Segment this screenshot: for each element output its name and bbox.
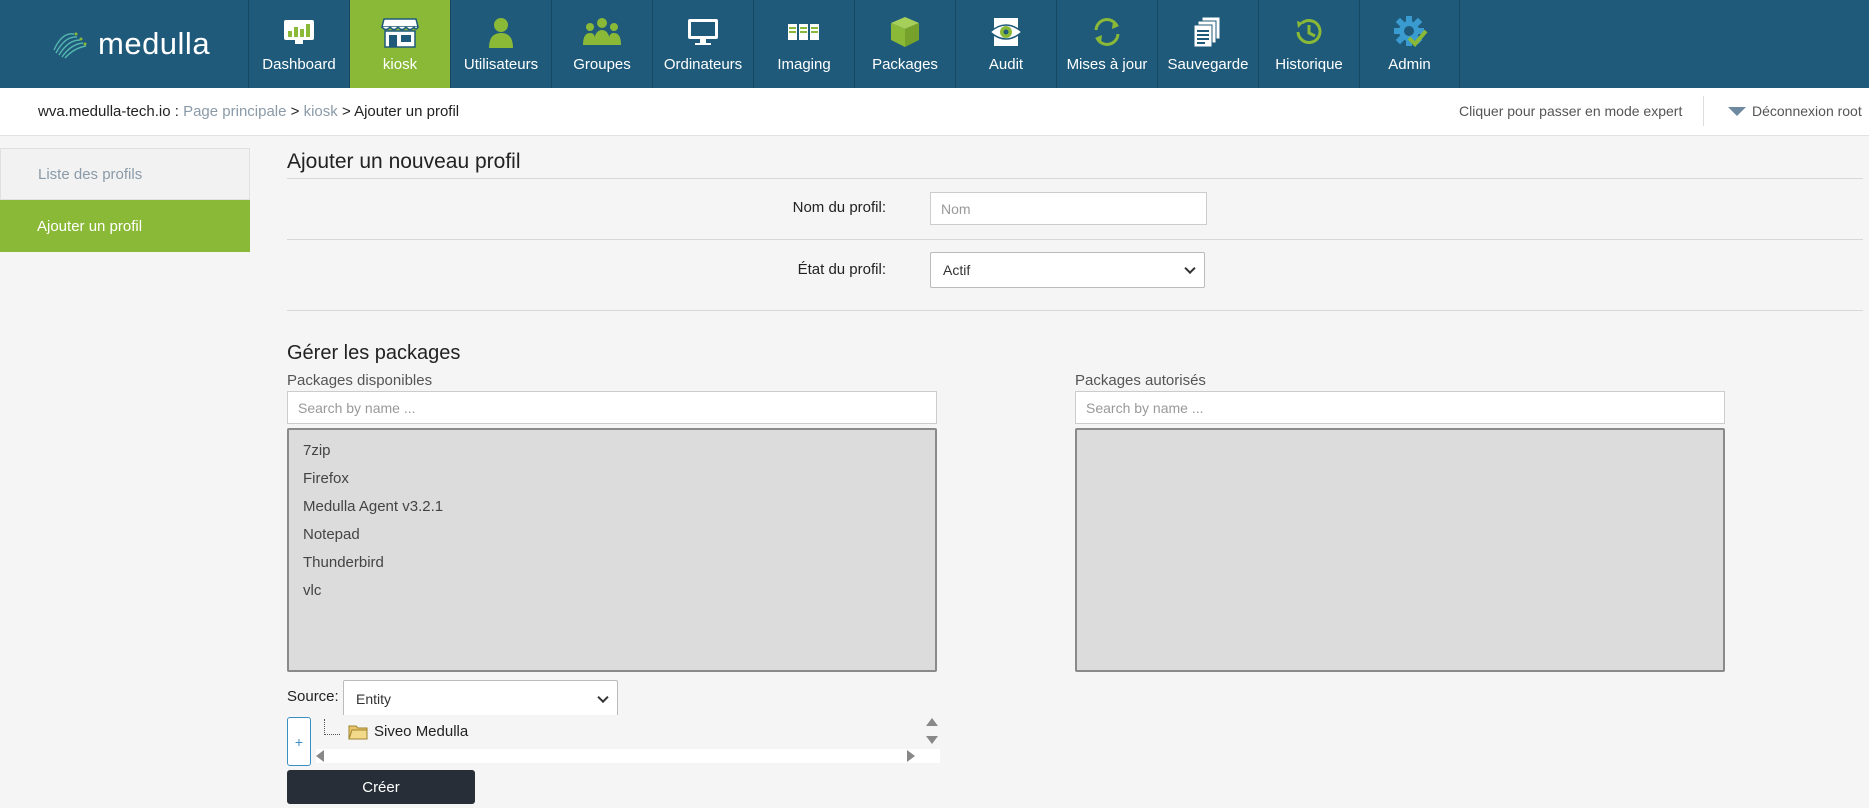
list-item[interactable]: Thunderbird bbox=[303, 554, 384, 571]
brand-name: medulla bbox=[98, 26, 211, 61]
nav-kiosk[interactable]: kiosk bbox=[349, 0, 450, 88]
divider bbox=[287, 239, 1863, 240]
audit-icon bbox=[986, 14, 1026, 50]
profile-name-label: Nom du profil: bbox=[792, 199, 886, 216]
caret-down-icon bbox=[1728, 106, 1746, 116]
header-divider bbox=[1703, 96, 1704, 126]
nav-label: Mises à jour bbox=[1066, 56, 1148, 73]
dashboard-icon bbox=[279, 14, 319, 50]
available-packages-label: Packages disponibles bbox=[287, 372, 433, 389]
nav-label: Admin bbox=[1388, 56, 1431, 73]
source-select[interactable]: Entity bbox=[343, 680, 618, 717]
authorized-packages-search-input[interactable] bbox=[1075, 391, 1725, 424]
nav-audit[interactable]: Audit bbox=[955, 0, 1056, 88]
logout-label: Déconnexion root bbox=[1752, 103, 1862, 119]
nav-mises-a-jour[interactable]: Mises à jour bbox=[1056, 0, 1157, 88]
nav-packages[interactable]: Packages bbox=[854, 0, 955, 88]
tree-node-label[interactable]: Siveo Medulla bbox=[374, 723, 468, 740]
history-icon bbox=[1289, 14, 1329, 50]
nav-label: Sauvegarde bbox=[1167, 56, 1249, 73]
chevron-down-icon bbox=[597, 691, 609, 703]
nav-label: kiosk bbox=[382, 56, 418, 73]
breadcrumb-bar: wva.medulla-tech.io : Page principale > … bbox=[0, 88, 1869, 136]
list-item[interactable]: vlc bbox=[303, 582, 321, 599]
profile-name-input[interactable] bbox=[930, 192, 1207, 225]
tree-connector bbox=[324, 734, 340, 735]
breadcrumb-host: wva.medulla-tech.io bbox=[38, 103, 171, 120]
folder-icon bbox=[348, 725, 368, 740]
breadcrumb-kiosk-link[interactable]: kiosk bbox=[304, 103, 338, 120]
update-icon bbox=[1087, 14, 1127, 50]
backup-icon bbox=[1188, 14, 1228, 50]
tree-horizontal-scrollbar[interactable] bbox=[316, 749, 940, 763]
nav-imaging[interactable]: Imaging bbox=[753, 0, 854, 88]
divider bbox=[287, 310, 1863, 311]
nav-label: Utilisateurs bbox=[463, 56, 539, 73]
imaging-icon bbox=[784, 14, 824, 50]
nav-sauvegarde[interactable]: Sauvegarde bbox=[1157, 0, 1258, 88]
create-button[interactable]: Créer bbox=[287, 770, 475, 804]
group-icon bbox=[582, 14, 622, 50]
list-item[interactable]: Medulla Agent v3.2.1 bbox=[303, 498, 443, 515]
kiosk-icon bbox=[380, 14, 420, 50]
tree-connector bbox=[324, 719, 325, 735]
chevron-down-icon bbox=[1184, 262, 1196, 275]
list-item[interactable]: Firefox bbox=[303, 470, 349, 487]
scroll-left-icon[interactable] bbox=[316, 750, 324, 762]
breadcrumb: wva.medulla-tech.io : Page principale > … bbox=[38, 103, 459, 120]
nav-ordinateurs[interactable]: Ordinateurs bbox=[652, 0, 753, 88]
nav-dashboard[interactable]: Dashboard bbox=[248, 0, 349, 88]
sidebar-item-liste-profils[interactable]: Liste des profils bbox=[0, 148, 250, 200]
nav-label: Imaging bbox=[777, 56, 831, 73]
authorized-packages-list[interactable] bbox=[1075, 428, 1725, 672]
nav-label: Ordinateurs bbox=[663, 56, 743, 73]
nav-label: Groupes bbox=[573, 56, 631, 73]
monitor-icon bbox=[683, 14, 723, 50]
list-item[interactable]: Notepad bbox=[303, 526, 360, 543]
main-nav: Dashboard kiosk Utilisateurs Groupes Ord… bbox=[248, 0, 1460, 88]
source-label: Source: bbox=[287, 688, 339, 705]
entity-tree: Siveo Medulla bbox=[316, 715, 942, 767]
profile-status-value: Actif bbox=[943, 262, 971, 278]
available-packages-search-input[interactable] bbox=[287, 391, 937, 424]
page-title: Ajouter un nouveau profil bbox=[287, 150, 521, 173]
nav-label: Dashboard bbox=[262, 56, 336, 73]
nav-label: Packages bbox=[872, 56, 938, 73]
nav-label: Audit bbox=[988, 56, 1024, 73]
source-value: Entity bbox=[356, 690, 392, 707]
medulla-logo-icon bbox=[53, 32, 87, 59]
admin-gear-icon bbox=[1390, 14, 1430, 50]
packages-icon bbox=[885, 14, 925, 50]
breadcrumb-separator: > bbox=[286, 103, 304, 120]
list-item[interactable]: 7zip bbox=[303, 442, 331, 459]
nav-label: Historique bbox=[1275, 56, 1343, 73]
nav-utilisateurs[interactable]: Utilisateurs bbox=[450, 0, 551, 88]
nav-admin[interactable]: Admin bbox=[1359, 0, 1460, 88]
sidebar-item-ajouter-profil[interactable]: Ajouter un profil bbox=[0, 200, 250, 252]
divider bbox=[287, 178, 1863, 179]
available-packages-list[interactable]: 7zip Firefox Medulla Agent v3.2.1 Notepa… bbox=[287, 428, 937, 672]
logout-link[interactable]: Déconnexion root bbox=[1728, 103, 1862, 119]
scroll-down-icon[interactable] bbox=[926, 736, 938, 744]
scroll-up-icon[interactable] bbox=[926, 718, 938, 726]
breadcrumb-current: Ajouter un profil bbox=[354, 103, 460, 120]
profile-status-select[interactable]: Actif bbox=[930, 252, 1205, 288]
breadcrumb-separator: > bbox=[337, 103, 355, 120]
expand-tree-button[interactable]: + bbox=[287, 717, 311, 766]
scroll-right-icon[interactable] bbox=[907, 750, 915, 762]
profile-status-label: État du profil: bbox=[797, 261, 886, 278]
expert-mode-link[interactable]: Cliquer pour passer en mode expert bbox=[1459, 103, 1682, 119]
breadcrumb-separator: : bbox=[170, 103, 184, 120]
breadcrumb-home-link[interactable]: Page principale bbox=[183, 103, 286, 120]
packages-section-title: Gérer les packages bbox=[287, 342, 461, 364]
brand-logo[interactable]: medulla bbox=[52, 22, 222, 66]
nav-historique[interactable]: Historique bbox=[1258, 0, 1359, 88]
top-navbar: medulla Dashboard kiosk Utilisateurs Gro… bbox=[0, 0, 1869, 88]
user-icon bbox=[481, 14, 521, 50]
nav-groupes[interactable]: Groupes bbox=[551, 0, 652, 88]
authorized-packages-label: Packages autorisés bbox=[1075, 372, 1206, 389]
